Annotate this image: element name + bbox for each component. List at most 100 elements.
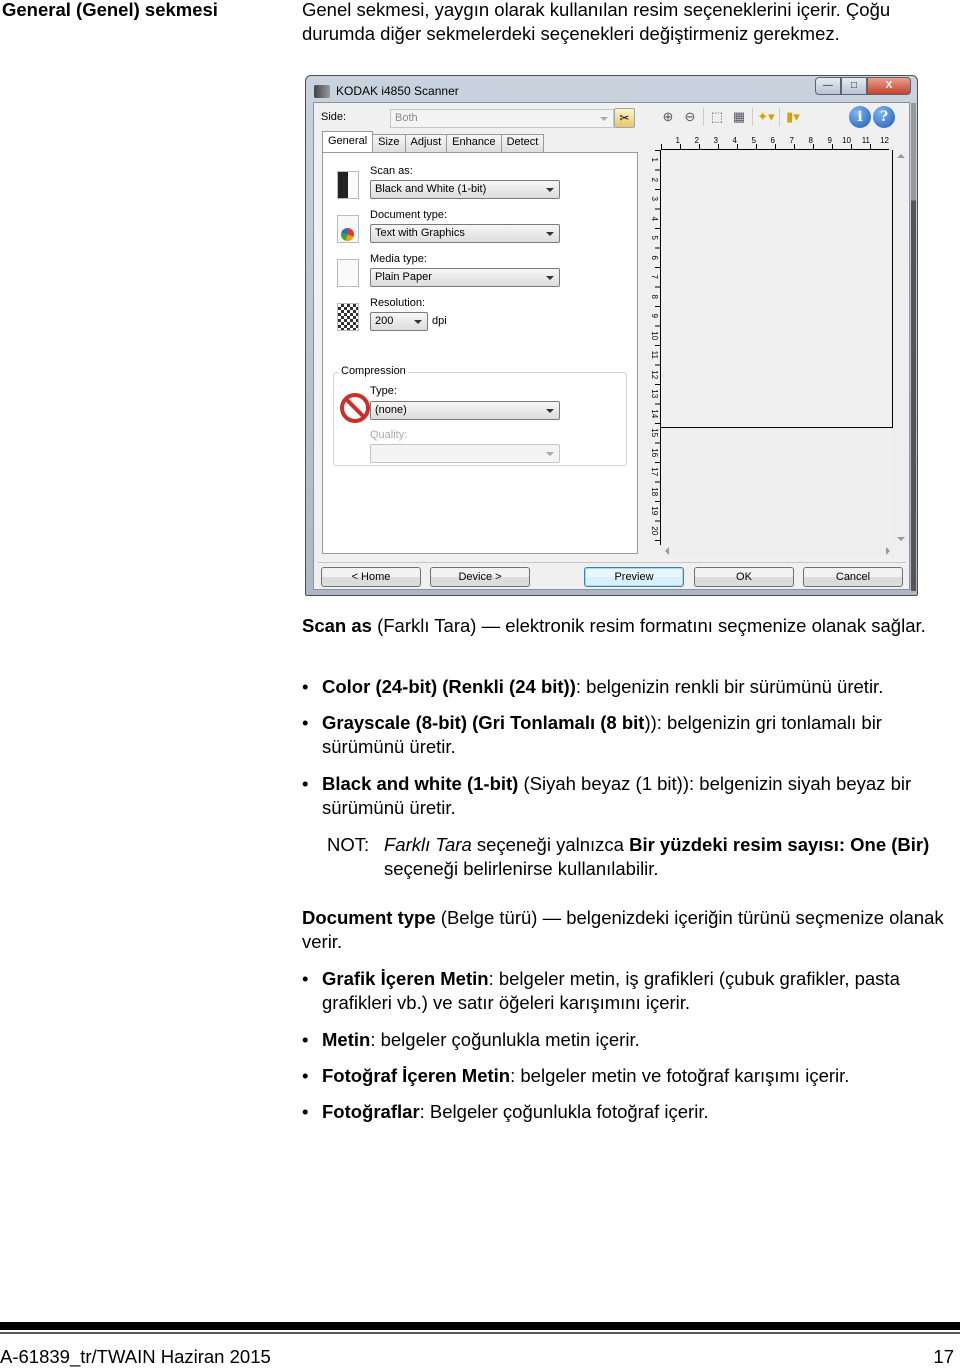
ruler-tick-label: 2 [649,177,659,182]
ruler-tick-label: 7 [789,136,794,145]
bookmark-dropdown-icon[interactable]: ✦▾ [757,108,775,126]
list-item: Black and white (1-bit) (Siyah beyaz (1 … [322,772,957,820]
ruler-dropdown-icon[interactable]: ▮▾ [784,108,802,126]
term: Grafik İçeren Metin [322,968,489,989]
zoom-in-icon[interactable]: ⊕ [659,108,677,126]
window-titlebar: KODAK i4850 Scanner [314,80,459,102]
cancel-button[interactable]: Cancel [803,567,903,587]
scroll-up-icon[interactable] [897,154,905,158]
preview-toolbar: ⊕ ⊖ ⬚ ▦ ✦▾ ▮▾ [659,108,802,126]
list-item: Grafik İçeren Metin: belgeler metin, iş … [322,967,932,1015]
compression-type-select[interactable]: (none) [370,401,560,420]
vertical-ruler: 1 2 3 4 5 6 7 8 9 10 11 12 13 14 15 16 17 18 19 20 [647,150,661,545]
toolbar-separator [752,108,753,126]
home-button[interactable]: < Home [321,567,421,587]
button-divider [318,562,906,563]
info-icon[interactable]: i [849,106,871,128]
compression-type-label: Type: [370,385,397,397]
media-type-icon [337,259,359,287]
toolbar-separator [703,108,704,126]
preview-button[interactable]: Preview [584,567,684,587]
close-button[interactable]: X [867,77,911,95]
crop-icon[interactable]: ⬚ [708,108,726,126]
ruler-tick-label: 14 [649,408,659,418]
list-item: Fotoğraflar: Belgeler çoğunlukla fotoğra… [322,1100,957,1124]
media-type-select[interactable]: Plain Paper [370,268,560,287]
list-item: Fotoğraf İçeren Metin: belgeler metin ve… [322,1064,957,1088]
ruler-tick-label: 12 [880,136,889,145]
tab-detect[interactable]: Detect [500,134,545,152]
section-heading: General (Genel) sekmesi [2,0,218,20]
compression-quality-select[interactable] [370,444,560,463]
bullet-icon: • [302,676,309,697]
minimize-button[interactable]: — [815,77,841,95]
ruler-tick-label: 15 [649,428,659,438]
scroll-left-icon[interactable] [665,547,669,555]
no-compression-icon [340,393,370,423]
scan-as-label: Scan as: [370,165,413,177]
ruler-tick-label: 4 [649,216,659,221]
ruler-tick-label: 8 [808,136,813,145]
scan-as-select[interactable]: Black and White (1-bit) [370,180,560,199]
fit-icon[interactable]: ▦ [730,108,748,126]
compression-legend: Compression [339,365,408,377]
tab-general[interactable]: General [322,131,374,152]
section-intro: Genel sekmesi, yaygın olarak kullanılan … [302,0,891,44]
ruler-tick-label: 2 [694,136,699,145]
note-mid: seçeneği yalnızca [471,834,630,855]
window-title: KODAK i4850 Scanner [336,84,459,98]
settings-tools-button[interactable]: ✂ [614,108,635,128]
help-icons: i ? [849,106,895,128]
tab-size[interactable]: Size [372,134,406,152]
list-item: Metin: belgeler çoğunlukla metin içerir. [322,1028,957,1052]
zoom-out-icon[interactable]: ⊖ [681,108,699,126]
footer-rule [0,1322,960,1330]
horizontal-scrollbar[interactable] [661,545,894,557]
compression-type-value: (none) [375,404,407,416]
document-type-label: Document type: [370,209,448,221]
ruler-tick-label: 1 [675,136,680,145]
ruler-tick-label: 9 [827,136,832,145]
device-button[interactable]: Device > [430,567,530,587]
chevron-down-icon [546,452,554,456]
chevron-down-icon [414,320,422,324]
scroll-down-icon[interactable] [897,537,905,541]
ruler-tick-label: 9 [649,313,659,318]
help-icon[interactable]: ? [873,106,895,128]
description: : belgenizin renkli bir sürümünü üretir. [575,676,884,697]
bullet-icon: • [302,1065,309,1086]
ruler-tick-label: 20 [649,525,659,535]
ruler-tick-label: 3 [713,136,718,145]
ruler-tick-label: 17 [649,467,659,477]
chevron-down-icon [546,188,554,192]
bullet-icon: • [302,712,309,733]
resolution-label: Resolution: [370,297,426,309]
side-label: Side: [321,111,347,123]
maximize-button[interactable]: □ [841,77,867,95]
ok-button[interactable]: OK [694,567,794,587]
window-controls: — □ X [815,77,911,95]
resolution-select[interactable]: 200 [370,312,428,331]
term: Fotoğraf İçeren Metin [322,1065,511,1086]
chevron-down-icon [546,409,554,413]
document-id: A-61839_tr/TWAIN Haziran 2015 [0,1346,271,1367]
tab-adjust[interactable]: Adjust [404,134,448,152]
document-type-select[interactable]: Text with Graphics [370,224,560,243]
toolbar-separator [779,108,780,126]
ruler-tick-label: 11 [861,136,870,145]
tab-bar: General Size Adjust Enhance Detect [322,131,545,152]
scroll-right-icon[interactable] [886,547,890,555]
bullet-icon: • [302,773,309,794]
ruler-tick-label: 10 [842,136,851,145]
tab-enhance[interactable]: Enhance [446,134,502,152]
vertical-scrollbar[interactable] [894,150,908,545]
scan-as-value: Black and White (1-bit) [375,183,487,195]
ruler-tick-label: 5 [649,235,659,240]
bullet-icon: • [302,1101,309,1122]
side-select[interactable]: Both [390,109,614,128]
term: Color (24-bit) (Renkli (24 bit)) [322,676,576,697]
document-type-value: Text with Graphics [375,227,465,239]
ruler-tick-label: 11 [649,350,659,359]
compression-quality-label: Quality: [370,429,408,441]
ruler-tick-label: 19 [649,506,659,516]
